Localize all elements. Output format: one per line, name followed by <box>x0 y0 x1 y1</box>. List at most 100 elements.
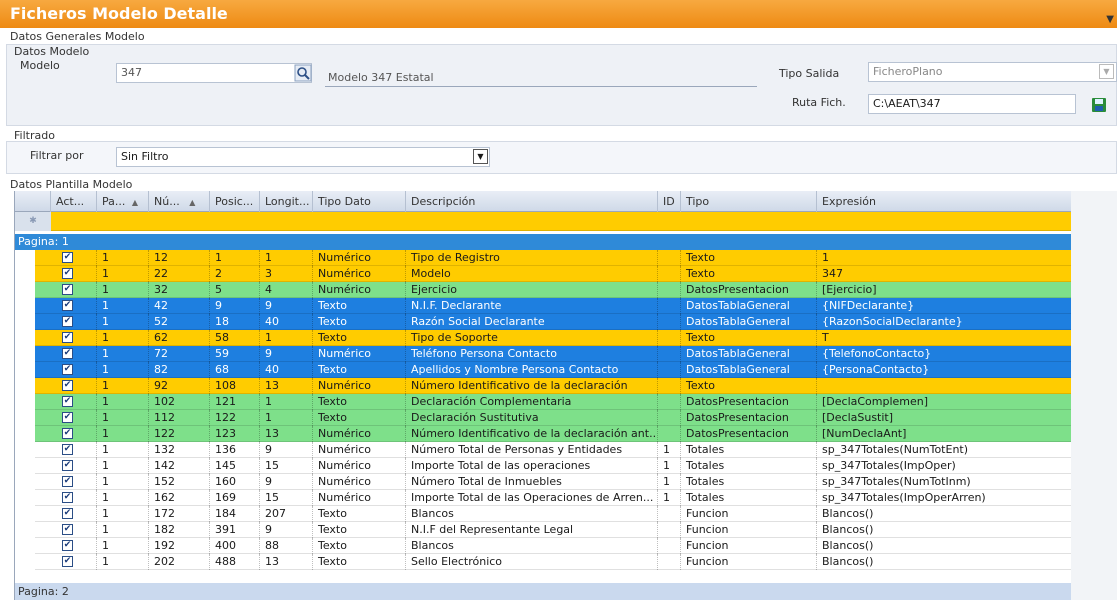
cell-numero[interactable]: 32 <box>149 282 210 298</box>
cell-tipo[interactable]: Texto <box>681 250 817 266</box>
cell-tipo[interactable]: Texto <box>681 266 817 282</box>
cell-tipo-dato[interactable]: Numérico <box>313 442 406 458</box>
cell-longitud[interactable]: 13 <box>260 378 313 394</box>
col-header-posicion[interactable]: Posic... <box>210 191 260 212</box>
cell-tipo-dato[interactable]: Numérico <box>313 474 406 490</box>
cell-tipo[interactable]: Texto <box>681 378 817 394</box>
cell-posicion[interactable]: 1 <box>210 250 260 266</box>
col-header-activo[interactable]: Act... <box>51 191 97 212</box>
cell-numero[interactable]: 62 <box>149 330 210 346</box>
cell-numero[interactable]: 52 <box>149 314 210 330</box>
table-row[interactable]: ✔ 1 42 9 9 Texto N.I.F. Declarante DatosTablaGe… <box>35 298 1071 314</box>
cell-posicion[interactable]: 160 <box>210 474 260 490</box>
activo-checkbox[interactable]: ✔ <box>62 396 73 407</box>
col-header-longitud[interactable]: Longit... <box>260 191 313 212</box>
search-modelo-icon[interactable] <box>294 64 312 82</box>
table-row[interactable]: ✔ 1 92 108 13 Numérico Número Identificativo d… <box>35 378 1071 394</box>
cell-id[interactable]: 1 <box>658 458 681 474</box>
cell-tipo[interactable]: Funcion <box>681 506 817 522</box>
cell-pagina[interactable]: 1 <box>97 250 149 266</box>
cell-id[interactable] <box>658 298 681 314</box>
cell-longitud[interactable]: 9 <box>260 346 313 362</box>
cell-tipo-dato[interactable]: Texto <box>313 314 406 330</box>
cell-expresion[interactable]: sp_347Totales(ImpOper) <box>817 458 1071 474</box>
cell-descripcion[interactable]: Declaración Complementaria <box>406 394 658 410</box>
cell-longitud[interactable]: 1 <box>260 330 313 346</box>
cell-posicion[interactable]: 136 <box>210 442 260 458</box>
cell-pagina[interactable]: 1 <box>97 474 149 490</box>
cell-tipo-dato[interactable]: Texto <box>313 506 406 522</box>
cell-posicion[interactable]: 184 <box>210 506 260 522</box>
activo-checkbox[interactable]: ✔ <box>62 348 73 359</box>
cell-numero[interactable]: 22 <box>149 266 210 282</box>
cell-pagina[interactable]: 1 <box>97 282 149 298</box>
cell-id[interactable] <box>658 538 681 554</box>
cell-numero[interactable]: 142 <box>149 458 210 474</box>
cell-numero[interactable]: 192 <box>149 538 210 554</box>
cell-expresion[interactable]: [DeclaComplemen] <box>817 394 1071 410</box>
cell-expresion[interactable]: {NIFDeclarante} <box>817 298 1071 314</box>
cell-tipo-dato[interactable]: Numérico <box>313 266 406 282</box>
cell-descripcion[interactable]: Número Total de Personas y Entidades <box>406 442 658 458</box>
cell-numero[interactable]: 122 <box>149 426 210 442</box>
cell-numero[interactable]: 162 <box>149 490 210 506</box>
cell-pagina[interactable]: 1 <box>97 410 149 426</box>
cell-pagina[interactable]: 1 <box>97 362 149 378</box>
cell-numero[interactable]: 12 <box>149 250 210 266</box>
cell-posicion[interactable]: 169 <box>210 490 260 506</box>
cell-numero[interactable]: 82 <box>149 362 210 378</box>
cell-tipo[interactable]: DatosTablaGeneral <box>681 346 817 362</box>
table-row[interactable]: ✔ 1 152 160 9 Numérico Número Total de Inmuebl… <box>35 474 1071 490</box>
group-row-pagina-2[interactable]: −Pagina: 2 <box>15 583 1071 600</box>
cell-id[interactable] <box>658 394 681 410</box>
cell-tipo[interactable]: DatosTablaGeneral <box>681 298 817 314</box>
cell-pagina[interactable]: 1 <box>97 298 149 314</box>
cell-expresion[interactable]: sp_347Totales(NumTotEnt) <box>817 442 1071 458</box>
cell-tipo[interactable]: Funcion <box>681 538 817 554</box>
cell-tipo-dato[interactable]: Numérico <box>313 426 406 442</box>
cell-pagina[interactable]: 1 <box>97 378 149 394</box>
activo-checkbox[interactable]: ✔ <box>62 300 73 311</box>
cell-longitud[interactable]: 4 <box>260 282 313 298</box>
cell-id[interactable] <box>658 426 681 442</box>
cell-id[interactable] <box>658 250 681 266</box>
cell-id[interactable] <box>658 330 681 346</box>
cell-posicion[interactable]: 68 <box>210 362 260 378</box>
cell-id[interactable] <box>658 554 681 570</box>
cell-id[interactable]: 1 <box>658 442 681 458</box>
cell-id[interactable] <box>658 410 681 426</box>
cell-numero[interactable]: 152 <box>149 474 210 490</box>
table-row[interactable]: ✔ 1 52 18 40 Texto Razón Social Declarante Dato… <box>35 314 1071 330</box>
cell-numero[interactable]: 42 <box>149 298 210 314</box>
cell-longitud[interactable]: 1 <box>260 410 313 426</box>
cell-expresion[interactable]: Blancos() <box>817 506 1071 522</box>
cell-longitud[interactable]: 88 <box>260 538 313 554</box>
table-row[interactable]: ✔ 1 142 145 15 Numérico Importe Total de las o… <box>35 458 1071 474</box>
cell-longitud[interactable]: 13 <box>260 426 313 442</box>
cell-posicion[interactable]: 59 <box>210 346 260 362</box>
cell-tipo-dato[interactable]: Texto <box>313 362 406 378</box>
cell-posicion[interactable]: 2 <box>210 266 260 282</box>
save-path-icon[interactable] <box>1090 96 1108 114</box>
cell-posicion[interactable]: 488 <box>210 554 260 570</box>
table-row[interactable]: ✔ 1 202 488 13 Texto Sello Electrónico Funcion B… <box>35 554 1071 570</box>
cell-longitud[interactable]: 3 <box>260 266 313 282</box>
activo-checkbox[interactable]: ✔ <box>62 380 73 391</box>
cell-posicion[interactable]: 5 <box>210 282 260 298</box>
activo-checkbox[interactable]: ✔ <box>62 508 73 519</box>
cell-tipo-dato[interactable]: Texto <box>313 298 406 314</box>
table-row[interactable]: ✔ 1 12 1 1 Numérico Tipo de Registro Texto 1 <box>35 250 1071 266</box>
cell-tipo-dato[interactable]: Texto <box>313 330 406 346</box>
cell-posicion[interactable]: 122 <box>210 410 260 426</box>
col-header-id[interactable]: ID <box>658 191 681 212</box>
activo-checkbox[interactable]: ✔ <box>62 428 73 439</box>
cell-expresion[interactable]: {TelefonoContacto} <box>817 346 1071 362</box>
cell-tipo-dato[interactable]: Numérico <box>313 378 406 394</box>
cell-posicion[interactable]: 400 <box>210 538 260 554</box>
cell-descripcion[interactable]: Tipo de Registro <box>406 250 658 266</box>
cell-numero[interactable]: 172 <box>149 506 210 522</box>
cell-tipo[interactable]: DatosTablaGeneral <box>681 314 817 330</box>
cell-posicion[interactable]: 9 <box>210 298 260 314</box>
cell-expresion[interactable]: sp_347Totales(NumTotInm) <box>817 474 1071 490</box>
modelo-input[interactable]: 347 <box>116 63 312 83</box>
